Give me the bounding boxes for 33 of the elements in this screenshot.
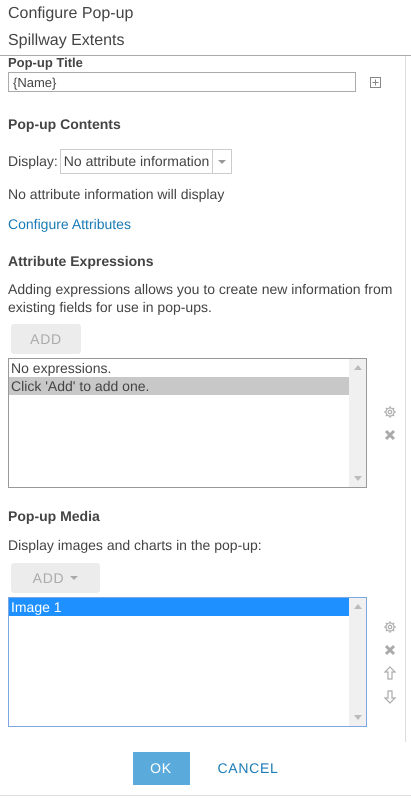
caret-icon xyxy=(70,576,78,580)
list-item[interactable]: No expressions. xyxy=(9,359,349,377)
scroll-up-icon[interactable] xyxy=(354,365,362,370)
section-heading: Pop-up Title xyxy=(8,56,84,70)
scroll-up-icon[interactable] xyxy=(354,604,362,609)
scroll-down-icon[interactable] xyxy=(354,476,362,481)
arrow-up-icon[interactable] xyxy=(384,666,396,680)
section-heading: Attribute Expressions xyxy=(8,252,154,271)
scroll-down-icon[interactable] xyxy=(354,715,362,720)
delete-icon[interactable] xyxy=(384,644,396,656)
scrollbar[interactable] xyxy=(349,598,366,726)
display-label: Display: xyxy=(8,152,58,171)
arrow-down-icon[interactable] xyxy=(384,690,396,704)
delete-icon[interactable] xyxy=(384,429,396,441)
configure-attributes-link[interactable]: Configure Attributes xyxy=(8,214,131,235)
section-heading: Pop-up Media xyxy=(8,507,101,526)
list-item[interactable]: Image 1 xyxy=(9,598,349,616)
list-item[interactable]: Click 'Add' to add one. xyxy=(9,377,349,395)
ok-button[interactable]: OK xyxy=(132,752,190,785)
section-description: Adding expressions allows you to create new information from existing fields for use in pop-ups. xyxy=(8,280,394,316)
window-title: Configure Pop-up xyxy=(8,4,134,24)
section-heading: Pop-up Contents xyxy=(8,115,122,134)
settings-icon[interactable] xyxy=(383,620,397,634)
display-note: No attribute information will display xyxy=(8,185,226,204)
section-description: Display images and charts in the pop-up: xyxy=(8,536,263,555)
scrollbar[interactable] xyxy=(349,359,366,487)
caret-icon xyxy=(218,160,226,164)
display-dropdown[interactable]: No attribute information xyxy=(60,149,232,174)
settings-icon[interactable] xyxy=(383,405,397,419)
plus-icon[interactable] xyxy=(370,76,381,88)
title-field[interactable]: {Name} xyxy=(8,72,356,92)
layer-name: Spillway Extents xyxy=(8,31,126,51)
cancel-button[interactable]: CANCEL xyxy=(218,758,278,779)
